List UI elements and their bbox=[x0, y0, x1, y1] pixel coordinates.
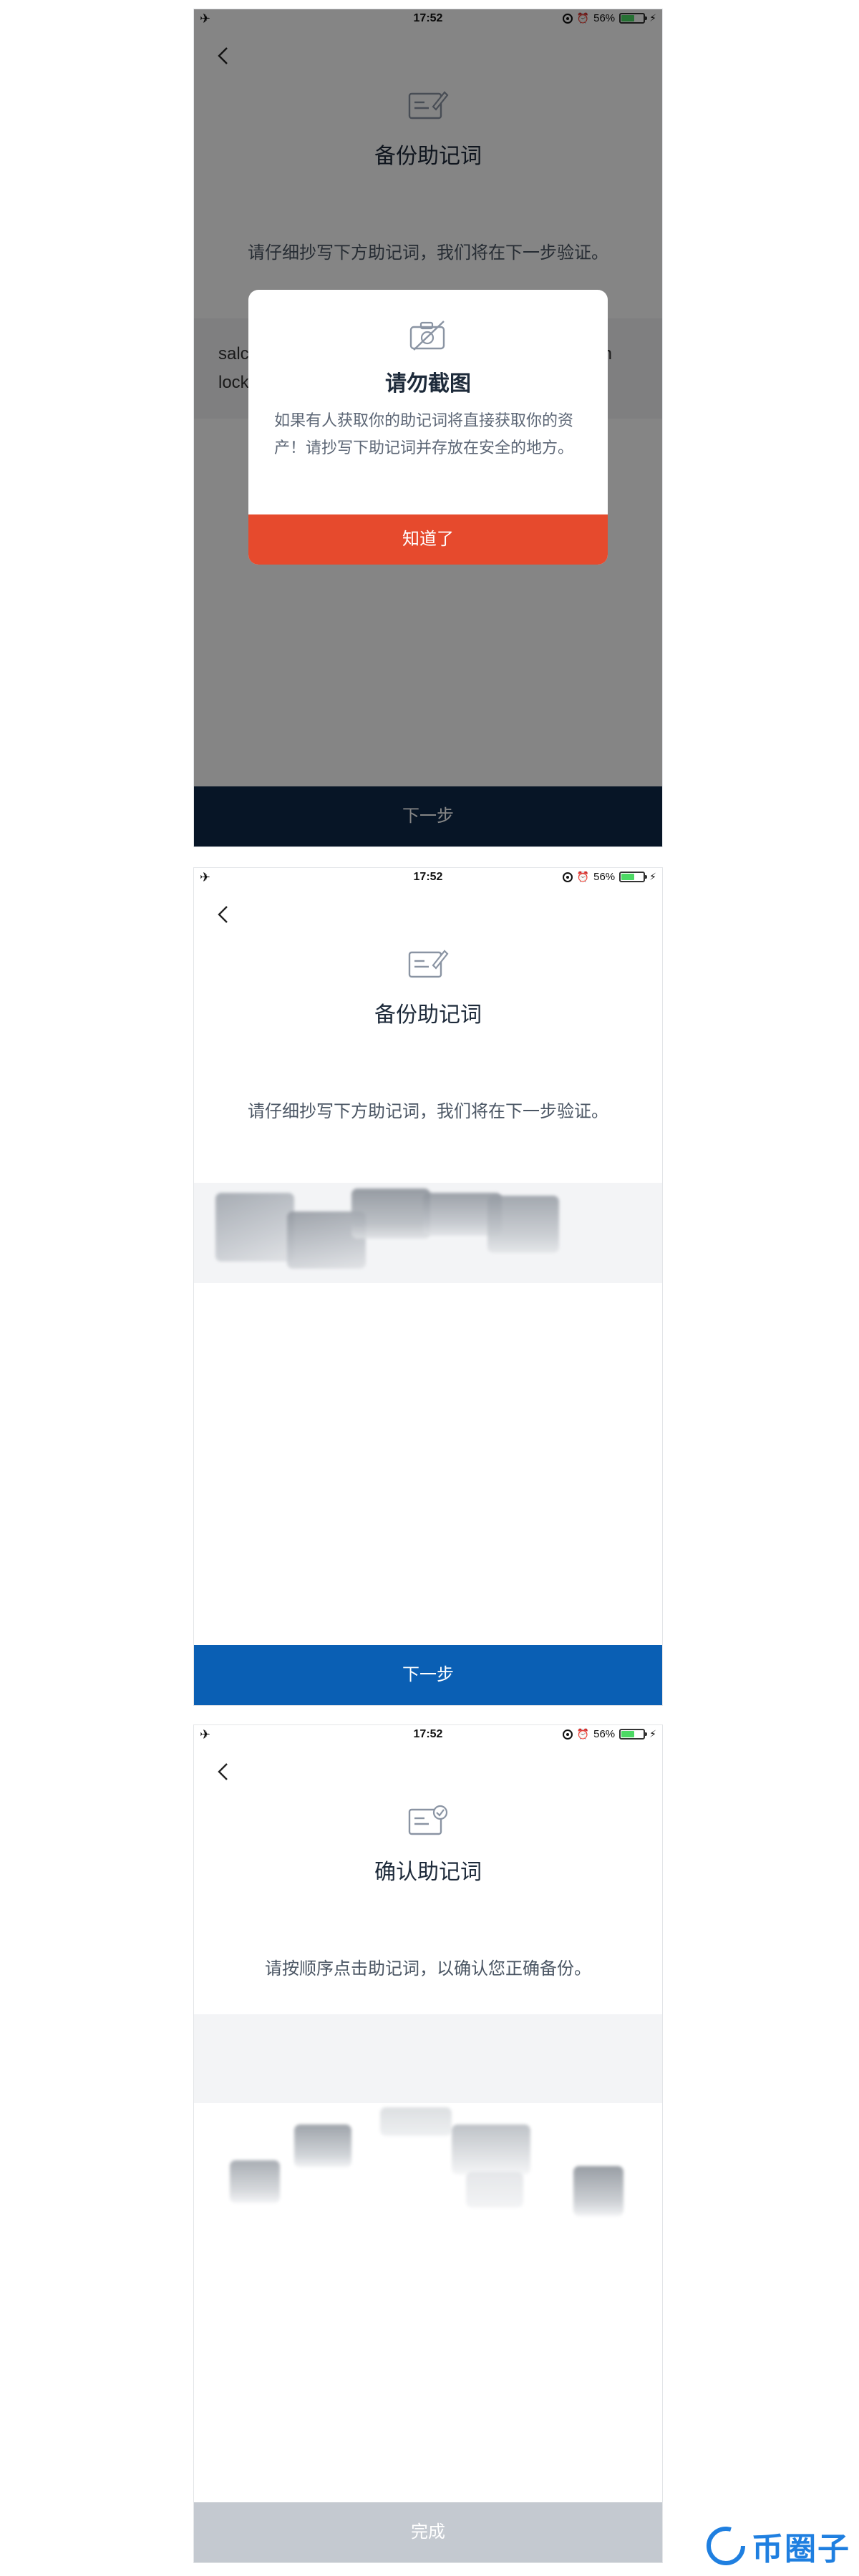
battery-fill bbox=[621, 874, 635, 880]
no-screenshot-dialog: 请勿截图 如果有人获取你的助记词将直接获取你的资产！请抄写下助记词并存放在安全的… bbox=[248, 290, 608, 565]
battery-fill bbox=[621, 1731, 635, 1737]
watermark-logo: 币圈子 bbox=[706, 2523, 850, 2569]
chevron-left-icon bbox=[218, 1763, 228, 1780]
selected-words-area bbox=[194, 2014, 662, 2103]
charging-icon: ⚡ bbox=[649, 1728, 656, 1740]
redacted-word-choice[interactable] bbox=[230, 2160, 280, 2203]
document-check-icon bbox=[407, 1804, 449, 1838]
no-camera-icon bbox=[408, 318, 448, 351]
redacted-word-choice[interactable] bbox=[466, 2172, 523, 2207]
battery-icon bbox=[619, 872, 648, 882]
next-button[interactable]: 下一步 bbox=[194, 1645, 662, 1705]
done-button[interactable]: 完成 bbox=[194, 2502, 662, 2562]
page-description: 请按顺序点击助记词，以确认您正确备份。 bbox=[265, 1959, 591, 1979]
back-button[interactable] bbox=[214, 904, 233, 925]
screen-backup-words: ✈ 17:52 ⏰ 56% ⚡ 备份助记词 请仔细抄写下方助记词，我们将在下一步… bbox=[193, 867, 663, 1706]
dialog-message: 如果有人获取你的助记词将直接获取你的资产！请抄写下助记词并存放在安全的地方。 bbox=[274, 411, 574, 457]
chevron-left-icon bbox=[218, 906, 228, 923]
page-title: 备份助记词 bbox=[374, 1003, 482, 1027]
redacted-word bbox=[351, 1189, 430, 1239]
status-bar: ✈ 17:52 ⏰ 56% ⚡ bbox=[194, 1725, 662, 1744]
redacted-word-choice[interactable] bbox=[294, 2124, 351, 2167]
redacted-word-choice[interactable] bbox=[380, 2107, 452, 2136]
battery-percent: 56% bbox=[593, 1728, 616, 1740]
battery-icon bbox=[619, 1729, 648, 1740]
mnemonic-words-area bbox=[194, 1183, 662, 1283]
coin-circle-logo-icon bbox=[707, 2527, 745, 2565]
rotation-lock-icon bbox=[562, 872, 573, 882]
redacted-word-choice[interactable] bbox=[573, 2166, 623, 2216]
redacted-word bbox=[487, 1196, 559, 1253]
document-edit-icon bbox=[407, 947, 449, 981]
word-choices-area bbox=[194, 2103, 662, 2282]
alarm-icon: ⏰ bbox=[576, 871, 590, 882]
page-description: 请仔细抄写下方助记词，我们将在下一步验证。 bbox=[248, 1102, 608, 1121]
watermark-text: 币圈子 bbox=[752, 2532, 850, 2567]
back-button[interactable] bbox=[214, 1761, 233, 1782]
status-bar: ✈ 17:52 ⏰ 56% ⚡ bbox=[194, 868, 662, 887]
redacted-word bbox=[215, 1193, 294, 1262]
screen-backup-modal: ✈ 17:52 ⏰ 56% ⚡ 备份助记词 请仔细抄写下方助记词，我们将在下一步… bbox=[193, 9, 663, 847]
alarm-icon: ⏰ bbox=[576, 1728, 590, 1740]
got-it-button[interactable]: 知道了 bbox=[248, 514, 608, 565]
dialog-title: 请勿截图 bbox=[385, 372, 471, 396]
redacted-word-choice[interactable] bbox=[452, 2124, 530, 2175]
battery-percent: 56% bbox=[593, 871, 616, 883]
screen-confirm-words: ✈ 17:52 ⏰ 56% ⚡ 确认助记词 请按顺序点击助记词，以确认您正确备份… bbox=[193, 1724, 663, 2563]
rotation-lock-icon bbox=[562, 1729, 573, 1740]
charging-icon: ⚡ bbox=[649, 871, 656, 882]
page-title: 确认助记词 bbox=[374, 1860, 482, 1884]
